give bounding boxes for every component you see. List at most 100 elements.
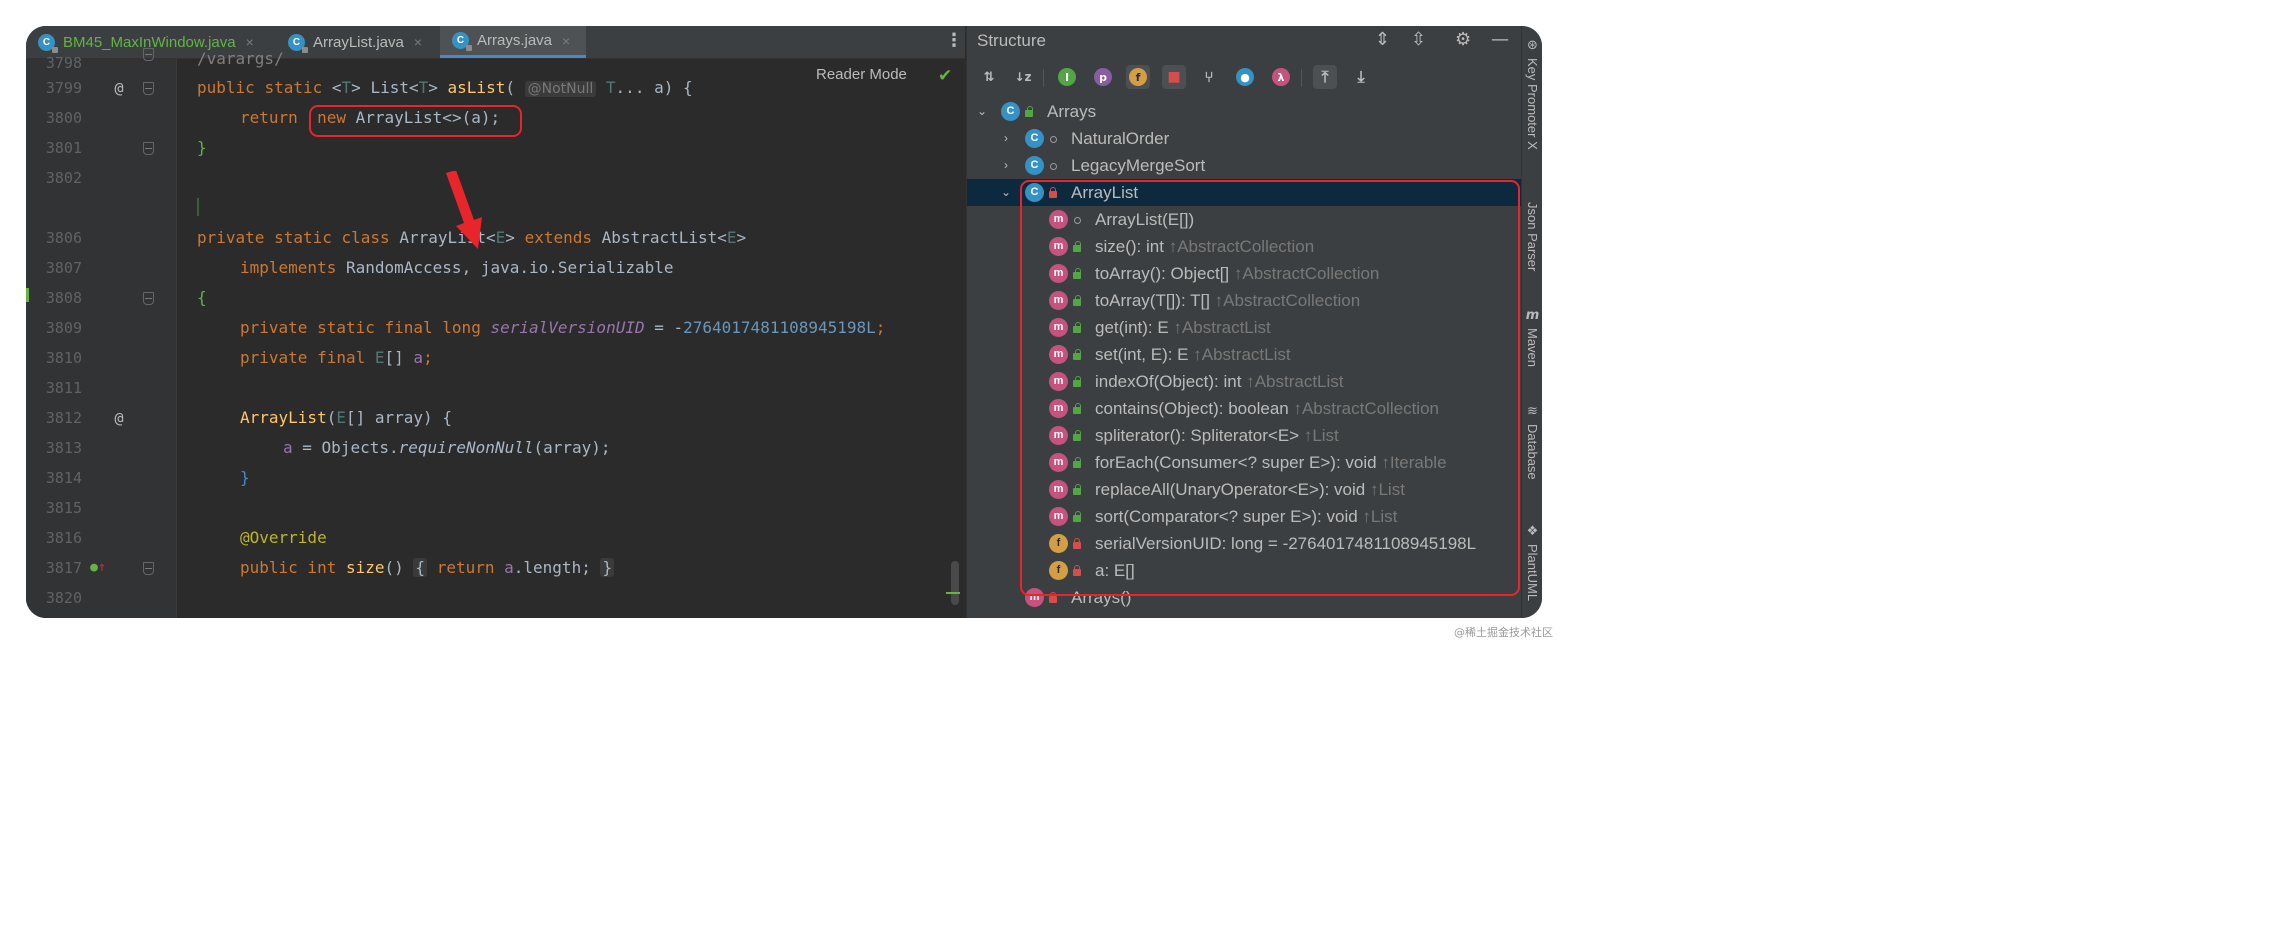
line-number: 3799	[45, 79, 82, 97]
override-at-icon[interactable]: @	[110, 73, 128, 103]
sidebar-item-key-promoter[interactable]: Key Promoter X	[1522, 58, 1542, 150]
line-number: 3817	[45, 559, 82, 577]
line-number: 3812	[45, 409, 82, 427]
fold-marker-icon[interactable]	[143, 562, 154, 575]
sidebar-item-maven[interactable]: Maven	[1522, 328, 1542, 367]
show-properties-icon[interactable]: p	[1091, 65, 1115, 89]
code-text: /varargs/	[197, 49, 284, 68]
code-line-3806: 3806 private static class ArrayList<E> e…	[26, 223, 965, 253]
code-line-3807: 3807 implements RandomAccess, java.io.Se…	[26, 253, 965, 283]
key-promoter-icon[interactable]: ⊛	[1525, 38, 1540, 53]
sort-alphabetically-icon[interactable]: ↓z	[1011, 65, 1035, 89]
expand-all-icon[interactable]: ⇕	[1375, 29, 1390, 50]
class-icon: C	[1025, 156, 1044, 175]
line-number: 3808	[45, 289, 82, 307]
code-line-3809: 3809 private static final long serialVer…	[26, 313, 965, 343]
ide-window: C BM45_MaxInWindow.java × C ArrayList.ja…	[26, 26, 1542, 618]
code-line-3811: 3811	[26, 373, 965, 403]
code-line-3802: 3802	[26, 163, 965, 193]
line-number: 3814	[45, 469, 82, 487]
fold-marker-icon[interactable]	[143, 82, 154, 95]
implements-method-icon[interactable]: ●↑	[86, 553, 110, 583]
gear-icon[interactable]: ⚙	[1455, 29, 1471, 50]
anonymous-classes-icon[interactable]: ⑂	[1197, 65, 1221, 89]
code-text: implements RandomAccess, java.io.Seriali…	[240, 258, 674, 277]
toolbar-separator	[1043, 69, 1044, 87]
code-text: ArrayList(E[] array) {	[240, 408, 452, 427]
code-line-3801: 3801 }	[26, 133, 965, 163]
line-number: 3810	[45, 349, 82, 367]
code-line-3815: 3815	[26, 493, 965, 523]
code-text: private final E[] a;	[240, 348, 433, 367]
code-line-3820: 3820	[26, 583, 965, 613]
line-number: 3800	[45, 109, 82, 127]
code-text: a = Objects.requireNonNull(array);	[283, 438, 611, 457]
editor-scrollbar[interactable]	[951, 561, 959, 605]
override-at-icon[interactable]: @	[110, 403, 128, 433]
highlight-box	[1020, 180, 1520, 596]
autoscroll-from-source-icon[interactable]: ⤓	[1349, 65, 1373, 89]
editor-pane: C BM45_MaxInWindow.java × C ArrayList.ja…	[26, 26, 965, 618]
tree-label: NaturalOrder	[1071, 129, 1170, 148]
show-fields-icon[interactable]: f	[1126, 65, 1150, 89]
code-text: {	[197, 288, 207, 307]
line-number: 3815	[45, 499, 82, 517]
code-line-3799: 3799 @ public static <T> List<T> asList(…	[26, 73, 965, 103]
line-number: 3816	[45, 529, 82, 547]
watermark: @稀土掘金技术社区	[1454, 626, 1553, 639]
code-line-3812: 3812 @ ArrayList(E[] array) {	[26, 403, 965, 433]
tab-label: Arrays.java	[477, 32, 553, 49]
sidebar-item-database[interactable]: Database	[1522, 424, 1542, 480]
structure-header: Structure ⇕ ⇳ ⚙ —	[967, 26, 1522, 56]
line-number: 3811	[45, 379, 82, 397]
toolbar-separator	[1301, 69, 1302, 87]
tree-item-arrays[interactable]: ⌄ C Arrays	[967, 98, 1522, 125]
chevron-right-icon[interactable]: ›	[999, 125, 1013, 152]
text-caret	[197, 198, 199, 216]
scroll-marker	[946, 592, 960, 594]
code-line-3808: 3808 {	[26, 283, 965, 313]
right-tool-sidebar: ⊛ Key Promoter X Json Parser m Maven ≋ D…	[1521, 26, 1542, 618]
sidebar-item-json-parser[interactable]: Json Parser	[1522, 202, 1542, 271]
line-number: 3809	[45, 319, 82, 337]
code-text: }	[197, 138, 207, 157]
line-number: 3802	[45, 169, 82, 187]
fold-marker-icon[interactable]	[143, 142, 154, 155]
chevron-down-icon[interactable]: ⌄	[975, 98, 989, 125]
code-line-3816: 3816 @Override	[26, 523, 965, 553]
chevron-down-icon[interactable]: ⌄	[999, 179, 1013, 206]
package-private-icon	[1048, 133, 1057, 144]
highlight-box	[309, 105, 522, 137]
show-inherited-icon[interactable]: I	[1055, 65, 1079, 89]
minimize-icon[interactable]: —	[1491, 29, 1509, 50]
tree-item-legacymergesort[interactable]: › C LegacyMergeSort	[967, 152, 1522, 179]
line-number: 3806	[45, 229, 82, 247]
maven-icon[interactable]: m	[1525, 308, 1540, 323]
chevron-right-icon[interactable]: ›	[999, 152, 1013, 179]
fold-marker-icon[interactable]	[143, 48, 154, 61]
public-lock-icon	[1024, 106, 1033, 117]
collapse-all-icon[interactable]: ⇳	[1411, 29, 1426, 50]
java-class-icon: C	[452, 32, 472, 51]
sort-by-visibility-icon[interactable]: ⇅	[977, 65, 1001, 89]
autoscroll-to-source-icon[interactable]: ⤒	[1313, 65, 1337, 89]
sidebar-item-plantuml[interactable]: PlantUML	[1522, 544, 1542, 601]
tree-label: LegacyMergeSort	[1071, 156, 1206, 175]
show-lambdas-icon[interactable]: ●	[1233, 65, 1257, 89]
code-text: }	[240, 468, 250, 487]
show-non-public-icon[interactable]: ■	[1162, 65, 1186, 89]
line-number: 3820	[45, 589, 82, 607]
tree-label: Arrays	[1047, 102, 1097, 121]
database-icon[interactable]: ≋	[1525, 404, 1540, 419]
class-icon: C	[1001, 102, 1020, 121]
plantuml-icon[interactable]: ❖	[1525, 524, 1540, 539]
line-number: 3807	[45, 259, 82, 277]
lambda-icon[interactable]: λ	[1269, 65, 1293, 89]
class-icon: C	[1025, 129, 1044, 148]
code-text: @Override	[240, 528, 327, 547]
fold-marker-icon[interactable]	[143, 292, 154, 305]
code-text: public static <T> List<T> asList( @NotNu…	[197, 78, 693, 97]
close-icon[interactable]: ×	[562, 33, 570, 49]
line-number: 3813	[45, 439, 82, 457]
tree-item-naturalorder[interactable]: › C NaturalOrder	[967, 125, 1522, 152]
